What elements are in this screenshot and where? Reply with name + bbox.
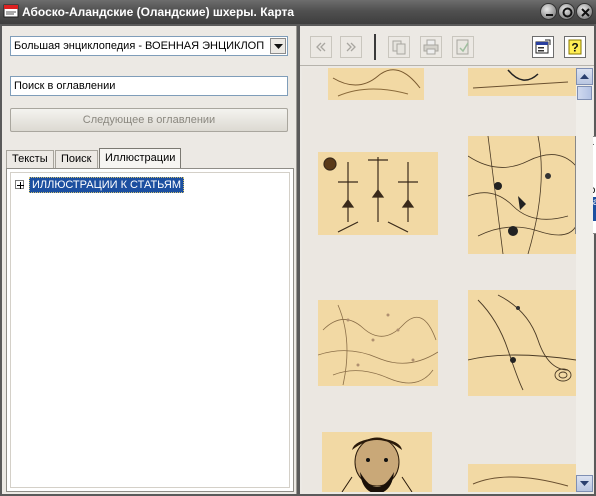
copy-icon bbox=[392, 40, 406, 55]
forward-double-chevron-icon bbox=[346, 42, 356, 52]
toolbar: ? bbox=[300, 26, 594, 66]
close-button[interactable] bbox=[576, 3, 593, 20]
tab-texts[interactable]: Тексты bbox=[6, 150, 54, 168]
bookmark-button[interactable] bbox=[452, 36, 474, 58]
illustration-thumbnail[interactable] bbox=[468, 68, 576, 96]
chevron-down-icon bbox=[274, 44, 283, 49]
maximize-button[interactable] bbox=[558, 3, 575, 20]
tree-item-illustrations[interactable]: ИЛЛЮСТРАЦИИ К СТАТЬЯМ bbox=[29, 177, 184, 193]
properties-icon bbox=[535, 39, 551, 54]
content-pane: ? bbox=[300, 26, 596, 494]
source-combo[interactable]: Большая энциклопедия - ВОЕННАЯ ЭНЦИКЛОП bbox=[10, 36, 288, 56]
app-icon[interactable] bbox=[3, 3, 19, 19]
tab-strip: Тексты Поиск Иллюстрации bbox=[4, 148, 294, 168]
scroll-down-button[interactable] bbox=[576, 475, 593, 492]
copy-button[interactable] bbox=[388, 36, 410, 58]
print-button[interactable] bbox=[420, 36, 442, 58]
illustration-thumbnail[interactable] bbox=[322, 432, 432, 492]
illustration-thumbnail[interactable] bbox=[468, 464, 576, 492]
properties-button[interactable] bbox=[532, 36, 554, 58]
scrollbar-thumb[interactable] bbox=[577, 86, 592, 100]
illustrations-tree: ИЛЛЮСТРАЦИИ К СТАТЬЯМ bbox=[6, 168, 294, 492]
chevron-up-icon bbox=[580, 74, 589, 79]
help-button[interactable]: ? bbox=[564, 36, 586, 58]
scroll-up-button[interactable] bbox=[576, 68, 593, 85]
minimize-button[interactable] bbox=[540, 3, 557, 20]
toolbar-separator bbox=[374, 34, 376, 60]
svg-text:?: ? bbox=[571, 41, 578, 55]
illustration-thumbnail[interactable] bbox=[328, 68, 424, 100]
expand-plus-icon[interactable] bbox=[15, 180, 24, 189]
forward-button[interactable] bbox=[340, 36, 362, 58]
tab-illustrations[interactable]: Иллюстрации bbox=[99, 148, 181, 168]
title-bar: Абоско-Аландские (Оландские) шхеры. Карт… bbox=[0, 0, 596, 24]
illustration-thumbnail[interactable] bbox=[468, 290, 576, 396]
tree-view: ИЛЛЮСТРАЦИИ К СТАТЬЯМ bbox=[10, 172, 290, 488]
thumbnail-gallery bbox=[302, 68, 576, 492]
illustration-thumbnail[interactable] bbox=[318, 300, 438, 386]
chevron-down-icon bbox=[580, 481, 589, 486]
vertical-scrollbar[interactable] bbox=[576, 68, 593, 492]
contents-search-input[interactable] bbox=[10, 76, 288, 96]
help-icon: ? bbox=[568, 39, 582, 55]
navigation-pane: Большая энциклопедия - ВОЕННАЯ ЭНЦИКЛОП … bbox=[2, 26, 297, 494]
combo-dropdown-button[interactable] bbox=[270, 38, 286, 54]
tab-search[interactable]: Поиск bbox=[55, 150, 98, 168]
print-icon bbox=[423, 39, 439, 55]
back-double-chevron-icon bbox=[316, 42, 326, 52]
illustration-thumbnail[interactable] bbox=[468, 136, 576, 254]
window-title: Абоско-Аландские (Оландские) шхеры. Карт… bbox=[22, 5, 295, 19]
bookmark-icon bbox=[456, 39, 469, 55]
illustration-thumbnail[interactable] bbox=[318, 152, 438, 235]
next-in-contents-button[interactable]: Следующее в оглавлении bbox=[10, 108, 288, 132]
back-button[interactable] bbox=[310, 36, 332, 58]
source-combo-value: Большая энциклопедия - ВОЕННАЯ ЭНЦИКЛОП bbox=[14, 40, 264, 52]
